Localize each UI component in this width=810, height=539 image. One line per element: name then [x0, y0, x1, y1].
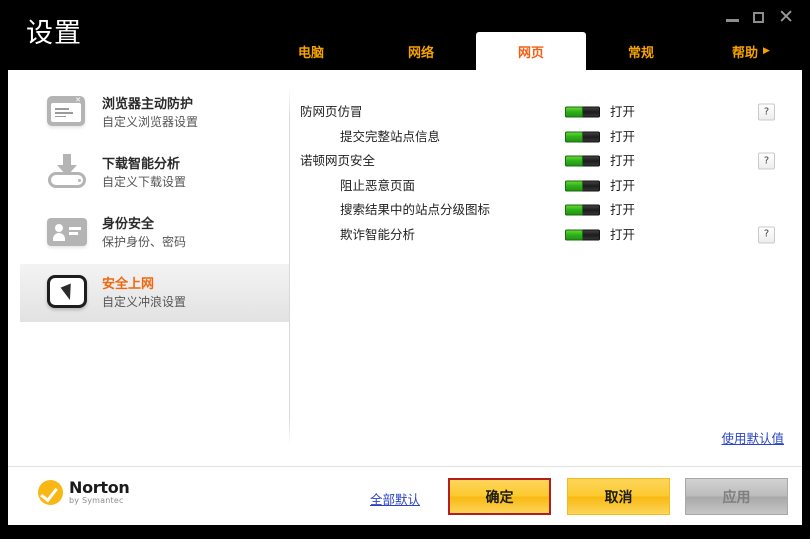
setting-row-norton-safe-web: 诺顿网页安全 打开 ? — [300, 149, 790, 174]
footer-bar: Norton by Symantec 全部默认 确定 取消 应用 — [8, 467, 802, 525]
setting-label-search-result-ratings: 搜索结果中的站点分级图标 — [340, 202, 491, 218]
toggle-state-norton-safe-web: 打开 — [610, 153, 636, 169]
sidebar: ✕ 浏览器主动防护 自定义浏览器设置 下载智能分析 自定义下载设置 身份安全 保… — [8, 70, 289, 455]
tab-web-label: 网页 — [517, 45, 544, 61]
tab-help[interactable]: 帮助 ▶ — [696, 32, 806, 70]
sidebar-item-browser-protection-subtitle: 自定义浏览器设置 — [102, 115, 199, 129]
sidebar-item-safe-surfing-title: 安全上网 — [102, 277, 155, 292]
setting-row-antiphishing: 防网页仿冒 打开 ? — [300, 100, 790, 125]
setting-label-antiphishing: 防网页仿冒 — [300, 104, 363, 120]
panel-divider — [289, 88, 290, 446]
setting-row-scam-insight: 欺诈智能分析 打开 ? — [300, 223, 790, 248]
close-icon[interactable]: ✕ — [778, 8, 794, 27]
sidebar-item-safe-surfing[interactable]: 安全上网 自定义冲浪设置 — [20, 264, 289, 322]
cursor-screen-icon — [44, 273, 90, 313]
window-controls: ✕ — [726, 8, 794, 27]
sidebar-item-download-insight[interactable]: 下载智能分析 自定义下载设置 — [20, 144, 289, 202]
cancel-button[interactable]: 取消 — [567, 478, 670, 515]
help-icon-antiphishing[interactable]: ? — [758, 103, 775, 121]
help-icon-scam-insight[interactable]: ? — [758, 226, 775, 244]
setting-row-search-result-ratings: 搜索结果中的站点分级图标 打开 — [300, 198, 790, 223]
tab-network-label: 网络 — [407, 45, 434, 61]
title-bar: 设置 ✕ 电脑 网络 网页 常规 帮助 ▶ — [0, 0, 810, 70]
tab-help-label: 帮助 — [732, 45, 759, 61]
toggle-block-malicious-pages[interactable] — [565, 180, 600, 192]
use-defaults-link[interactable]: 使用默认值 — [721, 428, 784, 447]
sidebar-item-download-insight-subtitle: 自定义下载设置 — [102, 175, 187, 189]
settings-list: 防网页仿冒 打开 ? 提交完整站点信息 打开 诺顿网页安全 打开 ? 阻止恶意页… — [300, 100, 790, 247]
tab-computer-label: 电脑 — [297, 45, 324, 61]
setting-label-block-malicious-pages: 阻止恶意页面 — [340, 177, 416, 193]
tab-general-label: 常规 — [627, 45, 654, 61]
tab-network[interactable]: 网络 — [366, 32, 476, 70]
sidebar-item-download-insight-title: 下载智能分析 — [102, 157, 181, 172]
help-icon-norton-safe-web[interactable]: ? — [758, 152, 775, 170]
sidebar-item-browser-protection[interactable]: ✕ 浏览器主动防护 自定义浏览器设置 — [20, 84, 289, 142]
tab-bar: 电脑 网络 网页 常规 帮助 ▶ — [256, 32, 806, 70]
sidebar-item-safe-surfing-subtitle: 自定义冲浪设置 — [102, 295, 187, 309]
tab-computer[interactable]: 电脑 — [256, 32, 366, 70]
chevron-right-icon: ▶ — [763, 45, 770, 56]
toggle-state-block-malicious-pages: 打开 — [610, 177, 636, 193]
setting-label-scam-insight: 欺诈智能分析 — [340, 226, 416, 242]
toggle-norton-safe-web[interactable] — [565, 155, 600, 167]
setting-label-norton-safe-web: 诺顿网页安全 — [300, 153, 376, 169]
toggle-submit-full-site-info[interactable] — [565, 131, 600, 143]
norton-logo-name: Norton — [69, 478, 130, 497]
sidebar-item-identity-safety-subtitle: 保护身份、密码 — [102, 235, 187, 249]
maximize-icon[interactable] — [753, 11, 765, 23]
toggle-scam-insight[interactable] — [565, 229, 600, 241]
tab-general[interactable]: 常规 — [586, 32, 696, 70]
browser-window-icon: ✕ — [44, 93, 90, 133]
tab-web[interactable]: 网页 — [476, 32, 586, 70]
setting-row-block-malicious-pages: 阻止恶意页面 打开 — [300, 174, 790, 199]
norton-checkmark-icon — [38, 480, 63, 505]
norton-logo: Norton by Symantec — [38, 479, 130, 506]
minimize-icon[interactable] — [726, 19, 740, 22]
setting-label-submit-full-site-info: 提交完整站点信息 — [340, 128, 441, 144]
sidebar-item-browser-protection-title: 浏览器主动防护 — [102, 97, 194, 112]
page-title: 设置 — [26, 18, 82, 49]
apply-button[interactable]: 应用 — [685, 478, 788, 515]
toggle-antiphishing[interactable] — [565, 106, 600, 118]
toggle-state-antiphishing: 打开 — [610, 104, 636, 120]
sidebar-item-identity-safety-title: 身份安全 — [102, 217, 155, 232]
norton-logo-subtitle: by Symantec — [69, 496, 124, 505]
toggle-state-submit-full-site-info: 打开 — [610, 128, 636, 144]
ok-button[interactable]: 确定 — [448, 478, 551, 515]
download-drive-icon — [44, 153, 90, 193]
setting-row-submit-full-site-info: 提交完整站点信息 打开 — [300, 125, 790, 150]
toggle-search-result-ratings[interactable] — [565, 204, 600, 216]
toggle-state-search-result-ratings: 打开 — [610, 202, 636, 218]
toggle-state-scam-insight: 打开 — [610, 226, 636, 242]
settings-window: 设置 ✕ 电脑 网络 网页 常规 帮助 ▶ ✕ 浏览器主动防护 自定义浏览器设置… — [0, 0, 810, 539]
all-defaults-link[interactable]: 全部默认 — [370, 489, 420, 508]
id-card-icon — [44, 213, 90, 253]
sidebar-item-identity-safety[interactable]: 身份安全 保护身份、密码 — [20, 204, 289, 262]
content-panel: ✕ 浏览器主动防护 自定义浏览器设置 下载智能分析 自定义下载设置 身份安全 保… — [8, 70, 802, 525]
